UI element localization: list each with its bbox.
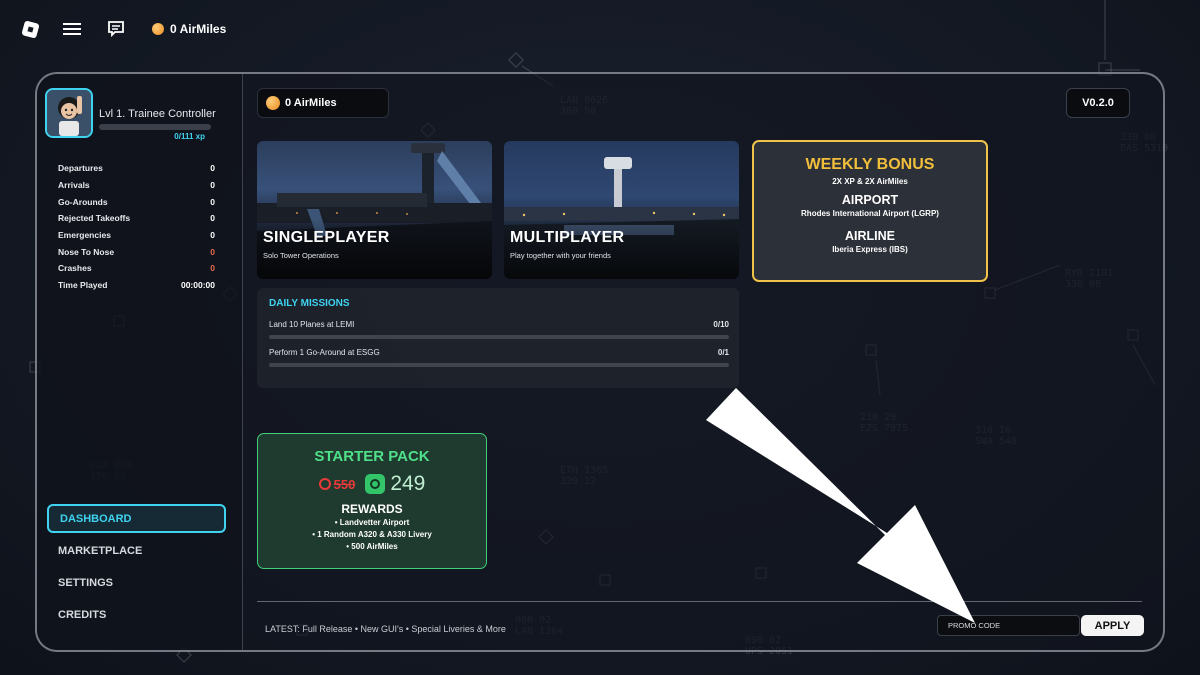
stat-row: Emergencies 0 [58,227,215,244]
stat-label: Departures [58,163,103,174]
mission-count: 0/1 [717,348,729,357]
weekly-airline: Iberia Express (IBS) [832,245,908,254]
stats-list: Departures 0 Arrivals 0 Go-Arounds 0 Rejected … [58,160,215,294]
stat-value: 0 [210,213,215,224]
starter-pack-prices: 550 249 [258,471,486,497]
mission-progress-bar [269,363,729,367]
new-price-value: 249 [390,472,426,495]
mission-progress-bar [269,335,729,339]
xp-text: 0/111 xp [174,132,205,141]
footer-divider [257,601,1142,602]
singleplayer-subtitle: Solo Tower Operations [263,251,339,260]
avatar-icon [47,90,91,136]
stat-label: Crashes [58,263,92,274]
singleplayer-title: SINGLEPLAYER [263,229,390,246]
stat-value: 0 [210,180,215,191]
starter-pack-title: STARTER PACK [314,448,430,465]
latest-news: LATEST: Full Release • New GUI's • Speci… [265,624,506,634]
multiplayer-title: MULTIPLAYER [510,229,625,246]
starter-pack-card[interactable]: STARTER PACK 550 249 REWARDS • Landvette… [257,433,487,569]
top-bar: 0 AirMiles [18,14,226,44]
robux-icon [318,478,331,490]
mission-label: Land 10 Planes at LEMI [269,320,355,329]
reward-item: • 500 AirMiles [346,542,398,551]
airmiles-balance: 0 AirMiles [257,88,389,118]
mission-item: Perform 1 Go-Around at ESGG 0/1 [269,348,729,367]
stat-value: 0 [210,196,215,207]
robux-icon [365,474,386,494]
nav-marketplace[interactable]: MARKETPLACE [47,536,226,565]
stat-value: 0 [210,246,215,257]
coin-icon [152,23,164,35]
singleplayer-card[interactable]: SINGLEPLAYER Solo Tower Operations [257,141,492,279]
nav-settings[interactable]: SETTINGS [47,568,226,597]
chat-icon[interactable] [102,15,130,43]
card-shade [504,219,739,279]
main-window: Lvl 1. Trainee Controller 0/111 xp Depar… [35,72,1165,652]
daily-missions-title: DAILY MISSIONS [269,298,350,309]
daily-missions-panel: DAILY MISSIONS Land 10 Planes at LEMI 0/… [257,288,739,388]
stat-row: Go-Arounds 0 [58,193,215,210]
xp-progress-bar [99,124,211,130]
weekly-bonus-card: WEEKLY BONUS 2X XP & 2X AirMiles AIRPORT… [752,140,988,282]
mission-label: Perform 1 Go-Around at ESGG [269,348,380,357]
reward-item: • Landvetter Airport [334,518,410,527]
old-price-value: 550 [333,476,356,492]
multiplayer-card[interactable]: MULTIPLAYER Play together with your frie… [504,141,739,279]
sidebar: Lvl 1. Trainee Controller 0/111 xp Depar… [37,74,243,650]
mission-item: Land 10 Planes at LEMI 0/10 [269,320,729,339]
topbar-airmiles: 0 AirMiles [152,22,226,36]
stat-row: Arrivals 0 [58,177,215,194]
stat-label: Go-Arounds [58,196,108,207]
stat-value: 0 [210,230,215,241]
nav-credits[interactable]: CREDITS [47,600,226,629]
stat-row: Nose To Nose 0 [58,243,215,260]
weekly-airport-heading: AIRPORT [841,193,899,207]
sidebar-nav: DASHBOARD MARKETPLACE SETTINGS CREDITS [47,504,226,632]
stat-row: Time Played 00:00:00 [58,277,215,294]
stat-row: Departures 0 [58,160,215,177]
stat-value: 0 [210,263,215,274]
stat-value: 00:00:00 [180,280,215,291]
stat-row: Crashes 0 [58,260,215,277]
old-price: 550 [318,476,356,492]
stat-label: Arrivals [58,180,90,191]
stat-label: Emergencies [58,230,111,241]
weekly-bonus-title: WEEKLY BONUS [805,156,935,173]
multiplayer-subtitle: Play together with your friends [510,251,611,260]
reward-item: • 1 Random A320 & A330 Livery [312,530,432,539]
promo-code-input[interactable]: PROMO CODE [937,615,1080,636]
stat-row: Rejected Takeoffs 0 [58,210,215,227]
mission-count: 0/10 [713,320,729,329]
card-shade [257,219,492,279]
stat-label: Nose To Nose [58,246,115,257]
stat-value: 0 [210,163,215,174]
stat-label: Rejected Takeoffs [58,213,131,224]
version-badge: V0.2.0 [1066,88,1130,118]
weekly-bonus-multiplier: 2X XP & 2X AirMiles [832,177,908,186]
weekly-airline-heading: AIRLINE [845,229,895,243]
rewards-heading: REWARDS [341,502,403,516]
airmiles-balance-label: 0 AirMiles [285,97,337,109]
roblox-logo-icon[interactable] [18,17,42,41]
avatar [45,88,93,138]
weekly-airport: Rhodes International Airport (LGRP) [801,209,939,218]
new-price[interactable]: 249 [365,472,425,496]
player-level: Lvl 1. Trainee Controller [99,108,216,120]
nav-dashboard[interactable]: DASHBOARD [47,504,226,533]
stat-label: Time Played [58,280,108,291]
hamburger-menu-icon[interactable] [58,15,86,43]
topbar-airmiles-label: 0 AirMiles [170,22,227,36]
apply-button[interactable]: APPLY [1081,615,1144,636]
coin-icon [266,96,280,110]
